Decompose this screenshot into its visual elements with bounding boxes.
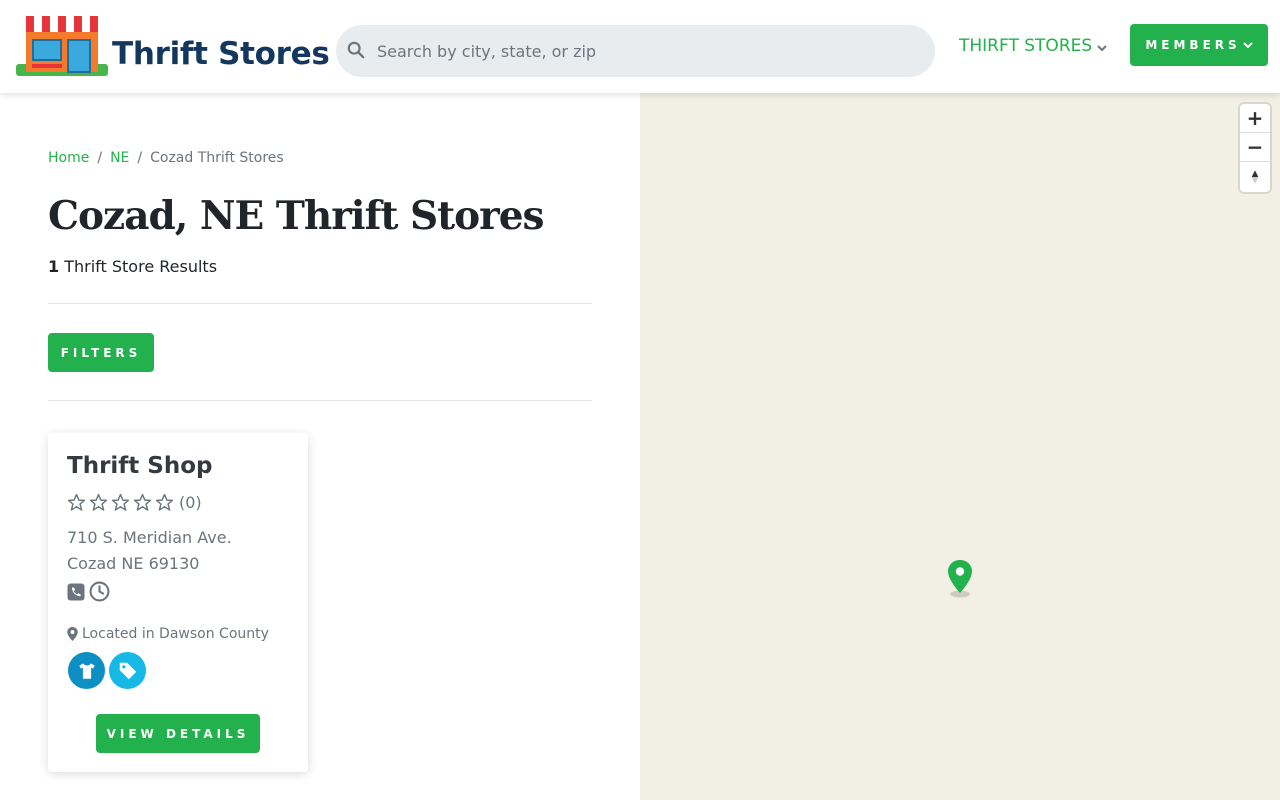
divider bbox=[48, 400, 592, 401]
results-panel: Home / NE / Cozad Thrift Stores Cozad, NE Th… bbox=[0, 93, 640, 800]
store-card: Thrift Shop (0) 710 S. Meridian Ave. Coz… bbox=[48, 433, 308, 772]
zoom-in-button[interactable]: + bbox=[1240, 104, 1270, 133]
members-button[interactable]: MEMBERS bbox=[1130, 24, 1268, 66]
store-name[interactable]: Thrift Shop bbox=[67, 453, 213, 479]
clothing-icon bbox=[77, 661, 96, 680]
breadcrumb-home-link[interactable]: Home bbox=[48, 150, 89, 166]
search-icon bbox=[347, 41, 365, 59]
results-count: 1 bbox=[48, 257, 60, 276]
divider bbox=[48, 303, 592, 304]
breadcrumb-separator: / bbox=[137, 150, 143, 166]
star-outline-icon bbox=[133, 493, 152, 511]
reset-north-button[interactable] bbox=[1240, 162, 1270, 191]
store-map-marker-icon[interactable] bbox=[945, 559, 975, 599]
clock-icon[interactable] bbox=[89, 581, 110, 602]
star-outline-icon bbox=[111, 493, 130, 511]
star-rating: (0) bbox=[67, 493, 202, 512]
clothing-badge[interactable] bbox=[68, 652, 105, 689]
logo-text: Thrift Stores bbox=[112, 36, 330, 72]
rating-count: (0) bbox=[179, 493, 202, 512]
results-summary: 1 Thrift Store Results bbox=[48, 257, 217, 276]
storefront-icon bbox=[16, 16, 108, 76]
view-details-button[interactable]: VIEW DETAILS bbox=[96, 714, 260, 753]
breadcrumb-separator: / bbox=[97, 150, 103, 166]
chevron-down-icon bbox=[1097, 45, 1107, 52]
star-outline-icon bbox=[155, 493, 174, 511]
chevron-down-icon bbox=[1242, 42, 1253, 49]
site-logo[interactable]: Thrift Stores bbox=[14, 14, 330, 78]
map-zoom-controls: + − bbox=[1240, 104, 1270, 192]
search-input[interactable] bbox=[377, 25, 917, 77]
breadcrumb-state-link[interactable]: NE bbox=[110, 150, 129, 166]
results-label: Thrift Store Results bbox=[59, 257, 218, 276]
county-text: Located in Dawson County bbox=[82, 626, 269, 642]
page-title: Cozad, NE Thrift Stores bbox=[48, 193, 544, 239]
phone-icon[interactable] bbox=[67, 583, 85, 601]
search-bar[interactable] bbox=[336, 25, 935, 77]
address-line-2: Cozad NE 69130 bbox=[67, 554, 200, 573]
site-header: Thrift Stores THIRFT STORES MEMBERS bbox=[0, 0, 1280, 93]
tag-icon bbox=[119, 662, 136, 679]
breadcrumb-current: Cozad Thrift Stores bbox=[150, 150, 284, 166]
nav-thrift-stores-menu[interactable]: THIRFT STORES bbox=[959, 36, 1107, 56]
address-line-1: 710 S. Meridian Ave. bbox=[67, 528, 232, 547]
breadcrumb: Home / NE / Cozad Thrift Stores bbox=[48, 150, 284, 166]
filters-button[interactable]: FILTERS bbox=[48, 333, 154, 372]
star-outline-icon bbox=[67, 493, 86, 511]
zoom-out-button[interactable]: − bbox=[1240, 133, 1270, 162]
contact-icons bbox=[67, 581, 114, 602]
map-view[interactable]: + − bbox=[640, 93, 1280, 800]
county-info: Located in Dawson County bbox=[67, 626, 269, 642]
compass-icon bbox=[1251, 169, 1259, 184]
map-marker-icon bbox=[67, 627, 78, 641]
tag-badge[interactable] bbox=[109, 652, 146, 689]
members-label: MEMBERS bbox=[1145, 38, 1241, 52]
nav-thrift-stores-label: THIRFT STORES bbox=[959, 36, 1093, 56]
category-badges bbox=[68, 652, 150, 689]
star-outline-icon bbox=[89, 493, 108, 511]
